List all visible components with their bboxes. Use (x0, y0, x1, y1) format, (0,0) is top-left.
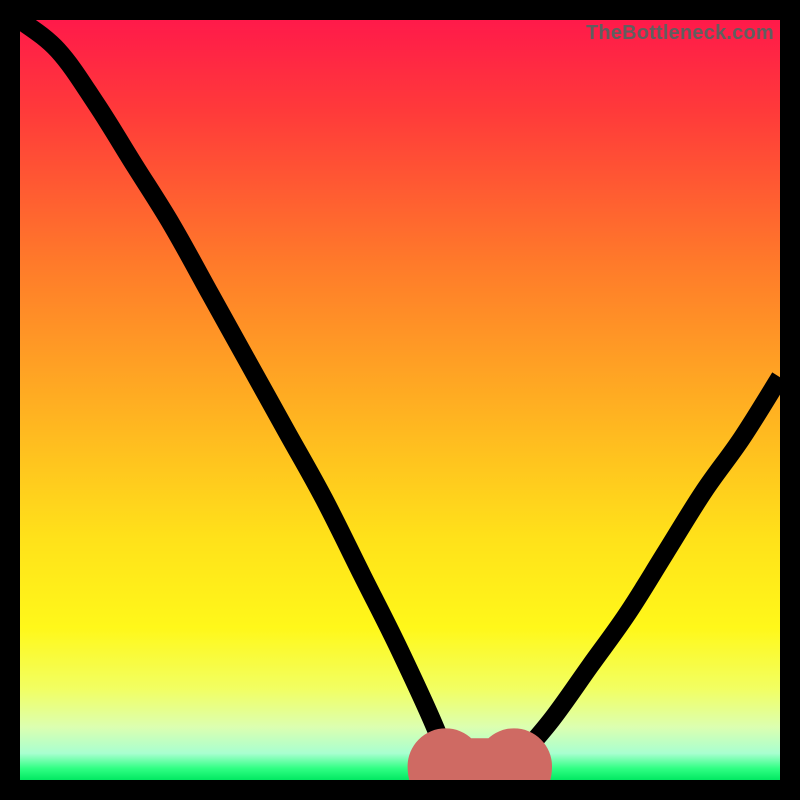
plot-area: TheBottleneck.com (20, 20, 780, 780)
highlight-floor-marker (446, 766, 514, 776)
watermark-text: TheBottleneck.com (586, 22, 774, 45)
bottleneck-curve (20, 20, 780, 780)
curve-layer (20, 20, 780, 780)
chart-root: { "watermark": "TheBottleneck.com", "col… (0, 0, 800, 800)
